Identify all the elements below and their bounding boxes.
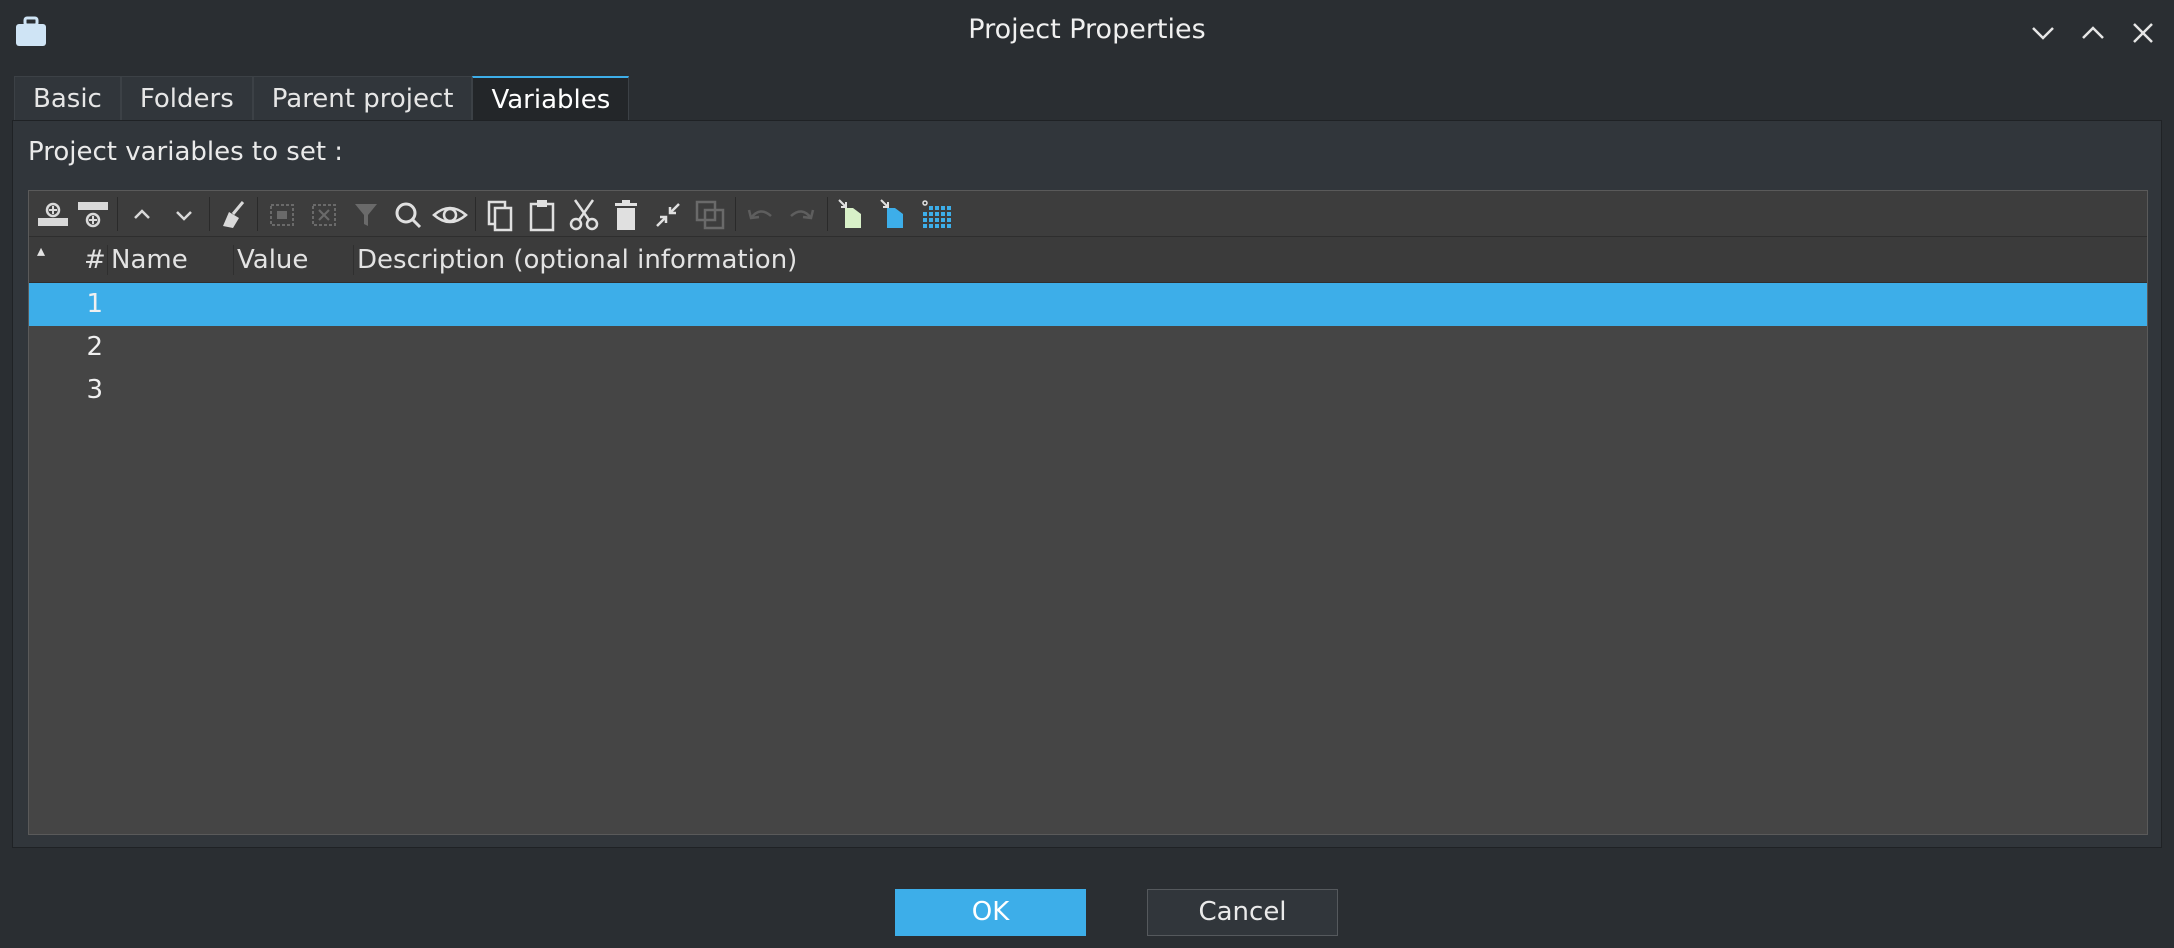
trash-icon [615, 200, 637, 230]
maximize-button[interactable] [2076, 16, 2110, 50]
paste-button[interactable] [523, 196, 561, 234]
window-title: Project Properties [968, 14, 1206, 45]
move-down-button[interactable] [165, 196, 203, 234]
grid-icon [922, 200, 951, 228]
tab-variables[interactable]: Variables [472, 76, 630, 121]
table-row[interactable]: 2 [29, 326, 2147, 369]
insert-row-above-icon [38, 202, 68, 226]
cut-button[interactable] [565, 196, 603, 234]
select-all-icon [270, 204, 294, 226]
ok-button[interactable]: OK [895, 889, 1086, 936]
deselect-button[interactable] [305, 196, 343, 234]
sort-indicator-icon[interactable]: ▴ [37, 241, 45, 260]
chevron-down-icon [2032, 27, 2054, 40]
column-header-description[interactable]: Description (optional information) [357, 245, 797, 275]
export-icon [880, 199, 903, 228]
chevron-up-icon [134, 209, 150, 219]
table-header: ▴ # Name Value Description (optional inf… [29, 237, 2147, 283]
cancel-button[interactable]: Cancel [1147, 889, 1338, 936]
tab-folders[interactable]: Folders [120, 76, 253, 121]
undo-button[interactable] [741, 196, 779, 234]
eye-icon [432, 206, 468, 224]
import-icon [838, 199, 861, 228]
clear-button[interactable] [215, 196, 253, 234]
broom-icon [223, 201, 245, 228]
row-number: 3 [86, 375, 103, 405]
minimize-button[interactable] [2026, 16, 2060, 50]
insert-row-below-icon [78, 202, 108, 228]
close-icon [2133, 23, 2153, 43]
scissors-icon [569, 199, 599, 231]
copy-icon [487, 200, 513, 232]
insert-row-below-button[interactable] [74, 196, 112, 234]
delete-button[interactable] [607, 196, 645, 234]
column-header-number[interactable]: # [84, 245, 106, 275]
search-icon [395, 202, 422, 229]
filter-icon [355, 204, 377, 226]
table-row[interactable]: 1 [29, 283, 2147, 326]
deselect-icon [312, 204, 336, 226]
redo-icon [790, 209, 815, 220]
chevron-up-icon [2082, 26, 2104, 39]
filter-button[interactable] [347, 196, 385, 234]
collapse-icon [656, 203, 680, 227]
title-bar: Project Properties [0, 0, 2174, 66]
view-button[interactable] [431, 196, 469, 234]
search-button[interactable] [389, 196, 427, 234]
insert-row-above-button[interactable] [34, 196, 72, 234]
copy-button[interactable] [481, 196, 519, 234]
row-number: 2 [86, 332, 103, 362]
row-number: 1 [86, 289, 103, 319]
duplicate-button[interactable] [691, 196, 729, 234]
duplicate-icon [695, 200, 725, 230]
tab-parent-project[interactable]: Parent project [252, 76, 473, 121]
collapse-button[interactable] [649, 196, 687, 234]
import-button[interactable] [833, 196, 871, 234]
chevron-down-icon [176, 211, 192, 221]
clipboard-icon [529, 200, 555, 232]
select-all-button[interactable] [263, 196, 301, 234]
undo-icon [747, 209, 772, 220]
column-header-name[interactable]: Name [111, 245, 188, 275]
table-row[interactable]: 3 [29, 369, 2147, 412]
close-button[interactable] [2126, 16, 2160, 50]
export-button[interactable] [875, 196, 913, 234]
variables-table: ▴ # Name Value Description (optional inf… [28, 190, 2148, 835]
move-up-button[interactable] [123, 196, 161, 234]
grid-button[interactable] [917, 196, 955, 234]
redo-button[interactable] [783, 196, 821, 234]
variables-panel: Project variables to set : ▴ # Name Valu… [12, 120, 2162, 848]
column-header-value[interactable]: Value [237, 245, 308, 275]
tab-basic[interactable]: Basic [14, 76, 121, 121]
section-label: Project variables to set : [28, 137, 344, 167]
tab-bar: Basic Folders Parent project Variables [14, 76, 630, 121]
table-toolbar [29, 191, 2147, 237]
